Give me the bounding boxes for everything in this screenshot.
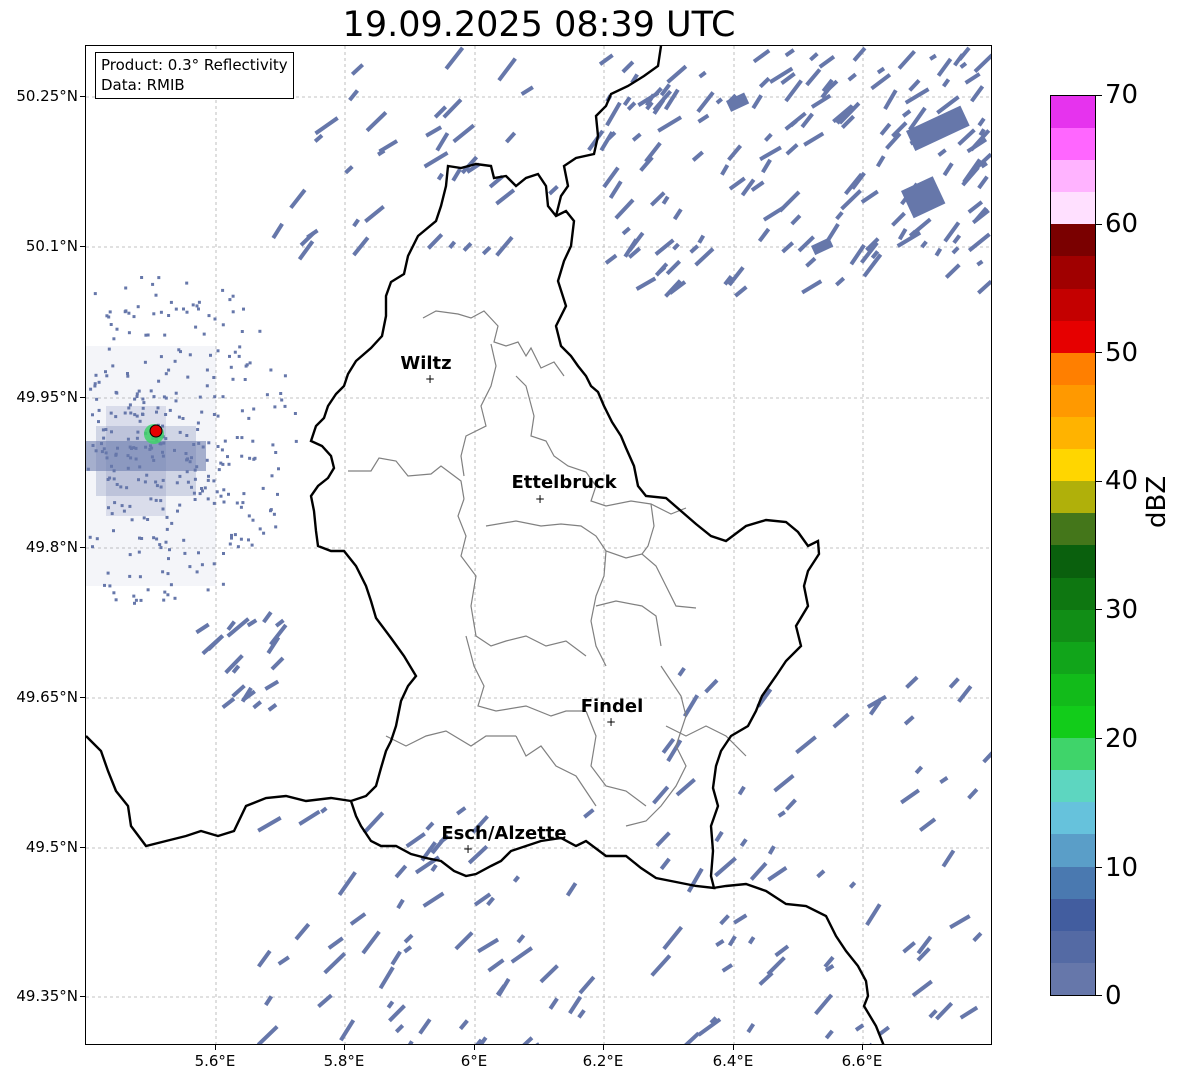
city-esch-alzette: Esch/Alzette + — [441, 823, 566, 856]
colorbar-segment — [1051, 256, 1095, 289]
lat-tick-label: 49.35°N — [16, 987, 78, 1005]
dbz-colorbar — [1050, 95, 1096, 996]
lat-tick-mark — [80, 96, 85, 97]
lat-tick-label: 49.5°N — [25, 838, 78, 856]
colorbar-tick-mark — [1096, 867, 1102, 868]
lon-tick-label: 6°E — [460, 1052, 488, 1070]
colorbar-tick-label: 60 — [1105, 209, 1139, 239]
city-ettelbruck: Ettelbruck + — [511, 472, 617, 506]
colorbar-segment — [1051, 449, 1095, 482]
lat-tick-label: 49.95°N — [16, 388, 78, 406]
colorbar-tick-mark — [1096, 224, 1102, 225]
city-label-esch-alzette: Esch/Alzette — [441, 823, 566, 844]
city-marker-icon: + — [606, 715, 616, 729]
lat-tick-mark — [80, 996, 85, 997]
data-source-label: Data: RMIB — [101, 76, 185, 94]
map-title: 19.09.2025 08:39 UTC — [342, 5, 736, 45]
radar-echoes — [86, 46, 991, 1044]
city-marker-icon: + — [425, 372, 435, 386]
lon-tick-label: 6.6°E — [841, 1052, 883, 1070]
lon-tick-label: 5.6°E — [194, 1052, 236, 1070]
colorbar-segment — [1051, 834, 1095, 867]
colorbar-tick-mark — [1096, 609, 1102, 610]
map-canvas: Wiltz + Ettelbruck + Findel + Esch/Alzet… — [86, 46, 991, 1044]
city-findel: Findel + — [581, 696, 644, 729]
colorbar-segment — [1051, 641, 1095, 674]
colorbar-segment — [1051, 673, 1095, 707]
colorbar-unit-label: dBZ — [1142, 475, 1172, 528]
colorbar-segment — [1051, 962, 1095, 995]
lon-tick-label: 6.2°E — [582, 1052, 624, 1070]
colorbar-segment — [1051, 95, 1095, 129]
colorbar-segment — [1051, 481, 1095, 514]
colorbar-tick-label: 70 — [1105, 80, 1139, 110]
colorbar-segment — [1051, 384, 1095, 418]
product-info-box: Product: 0.3° Reflectivity Data: RMIB — [95, 52, 294, 99]
colorbar-segment — [1051, 160, 1095, 193]
city-marker-icon: + — [535, 492, 545, 506]
lon-tick-mark — [603, 1045, 604, 1050]
colorbar-tick-mark — [1096, 95, 1102, 96]
colorbar-segment — [1051, 898, 1095, 931]
lat-tick-mark — [80, 246, 85, 247]
colorbar-segment — [1051, 706, 1095, 739]
colorbar-tick-label: 40 — [1105, 466, 1139, 496]
colorbar-segment — [1051, 866, 1095, 899]
colorbar-segment — [1051, 609, 1095, 642]
colorbar-tick-mark — [1096, 481, 1102, 482]
lon-tick-mark — [344, 1045, 345, 1050]
colorbar-tick-mark — [1096, 352, 1102, 353]
city-label-wiltz: Wiltz — [400, 353, 451, 374]
colorbar-segment — [1051, 224, 1095, 257]
lat-tick-label: 49.65°N — [16, 688, 78, 706]
lon-tick-label: 5.8°E — [323, 1052, 365, 1070]
colorbar-segment — [1051, 352, 1095, 385]
colorbar-segment — [1051, 320, 1095, 353]
lat-tick-mark — [80, 547, 85, 548]
lat-tick-mark — [80, 697, 85, 698]
colorbar-segment — [1051, 513, 1095, 546]
lat-tick-label: 50.1°N — [25, 237, 78, 255]
colorbar-segment — [1051, 128, 1095, 161]
city-label-ettelbruck: Ettelbruck — [511, 472, 617, 493]
colorbar-segment — [1051, 738, 1095, 771]
colorbar-segment — [1051, 930, 1095, 963]
product-label: Product: 0.3° Reflectivity — [101, 56, 288, 74]
colorbar-segment — [1051, 545, 1095, 578]
lat-tick-label: 49.8°N — [25, 538, 78, 556]
lat-tick-mark — [80, 847, 85, 848]
lat-tick-label: 50.25°N — [16, 87, 78, 105]
lon-tick-label: 6.4°E — [712, 1052, 754, 1070]
colorbar-segment — [1051, 577, 1095, 610]
lat-tick-mark — [80, 397, 85, 398]
radar-map: Wiltz + Ettelbruck + Findel + Esch/Alzet… — [85, 45, 992, 1045]
colorbar-segment — [1051, 417, 1095, 450]
colorbar-segment — [1051, 192, 1095, 225]
city-wiltz: Wiltz + — [400, 353, 451, 386]
lon-tick-mark — [733, 1045, 734, 1050]
radar-site-marker — [144, 424, 164, 444]
district-boundaries — [348, 310, 747, 827]
city-marker-icon: + — [463, 842, 473, 856]
colorbar-tick-mark — [1096, 995, 1102, 996]
colorbar-tick-label: 0 — [1105, 981, 1122, 1011]
lon-tick-mark — [215, 1045, 216, 1050]
colorbar-segment — [1051, 288, 1095, 321]
colorbar-tick-label: 30 — [1105, 595, 1139, 625]
lon-tick-mark — [474, 1045, 475, 1050]
colorbar-tick-label: 20 — [1105, 724, 1139, 754]
colorbar-segment — [1051, 802, 1095, 835]
colorbar-tick-label: 10 — [1105, 853, 1139, 883]
lon-tick-mark — [862, 1045, 863, 1050]
colorbar-tick-label: 50 — [1105, 338, 1139, 368]
city-label-findel: Findel — [581, 696, 644, 717]
colorbar-segment — [1051, 770, 1095, 803]
colorbar-tick-mark — [1096, 738, 1102, 739]
